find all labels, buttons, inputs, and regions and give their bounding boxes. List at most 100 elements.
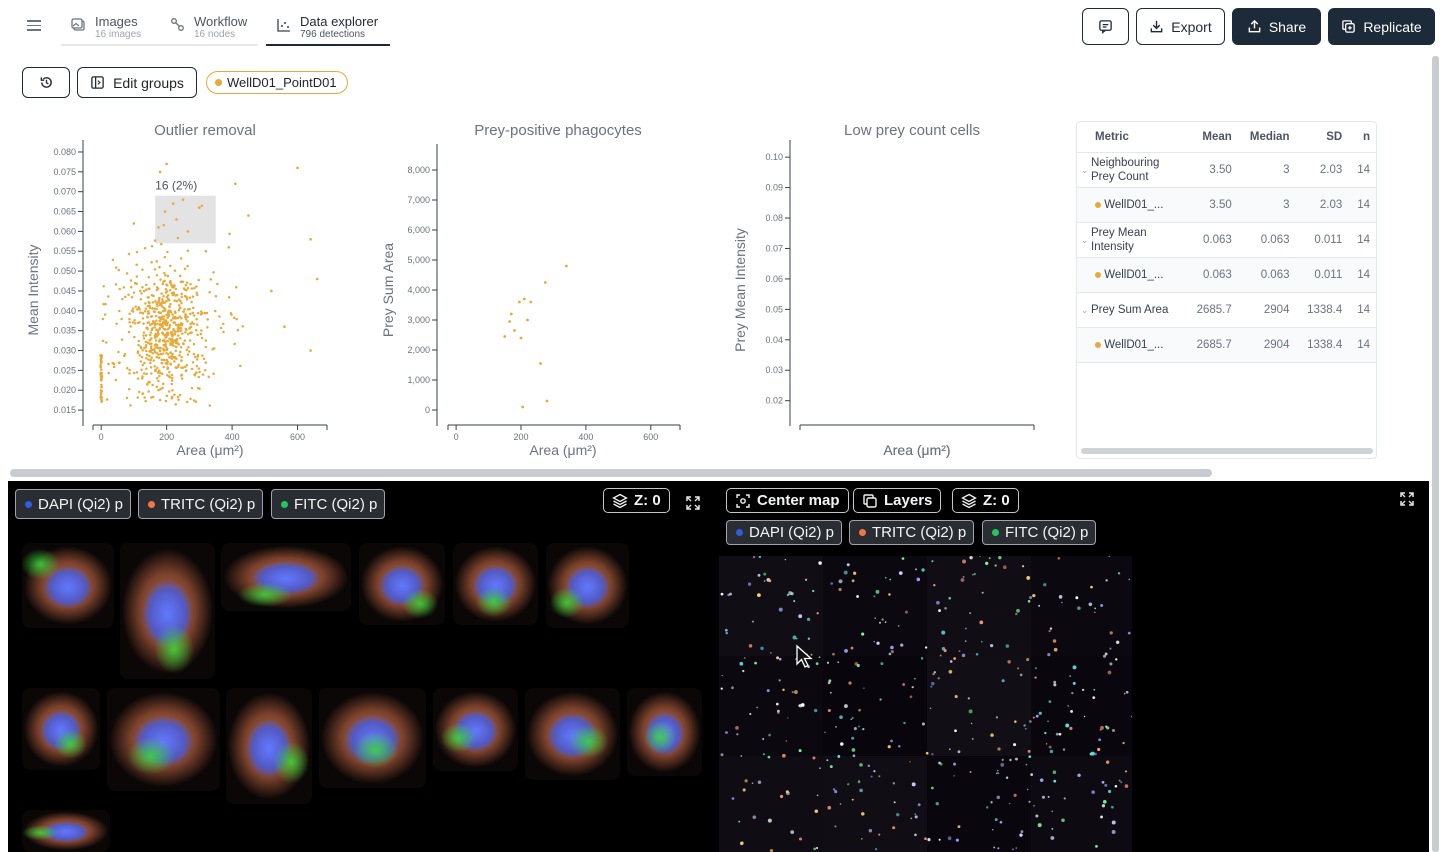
horizontal-scrollbar[interactable] (10, 469, 1212, 477)
map-channel-dapi-toggle[interactable]: DAPI (Qi2) p (726, 520, 843, 545)
cell-thumbnail[interactable] (525, 688, 620, 780)
map-spot (862, 728, 865, 731)
cell-thumbnail[interactable] (226, 688, 312, 804)
map-spot (1067, 704, 1070, 707)
cell-thumbnail[interactable] (22, 543, 114, 628)
cell-thumbnail[interactable] (22, 688, 100, 770)
cell-thumbnail[interactable] (546, 543, 629, 628)
chevron-down-icon[interactable]: ⌄ (1081, 305, 1091, 316)
map-spot (1019, 673, 1023, 677)
col-metric[interactable]: Metric (1077, 122, 1185, 153)
export-button[interactable]: Export (1136, 8, 1225, 45)
col-n[interactable]: n (1348, 122, 1376, 153)
tab-workflow[interactable]: Workflow 16 nodes (160, 8, 258, 46)
cell-thumbnail[interactable] (22, 810, 110, 852)
replicate-button[interactable]: Replicate (1328, 8, 1435, 45)
data-point (166, 353, 170, 356)
center-map-button[interactable]: Center map (726, 488, 849, 513)
dapi-color-dot (736, 529, 743, 536)
data-point (139, 346, 143, 350)
data-point (143, 346, 146, 350)
map-spot (850, 646, 854, 650)
y-tick-label: 0.025 (53, 365, 76, 375)
data-point (158, 303, 162, 307)
map-tile (719, 756, 823, 852)
col-sd[interactable]: SD (1295, 122, 1349, 153)
data-point (234, 286, 238, 289)
map-channel-tritc-toggle[interactable]: TRITC (Qi2) p (849, 520, 975, 545)
map-spot (819, 767, 821, 770)
chevron-down-icon[interactable]: ⌄ (1081, 235, 1091, 246)
edit-groups-button[interactable]: Edit groups (77, 67, 197, 98)
data-point (131, 321, 135, 324)
data-point (162, 223, 165, 227)
data-point (107, 362, 110, 366)
cell-thumbnail[interactable] (453, 543, 538, 625)
map-spot (1109, 631, 1113, 635)
data-point (183, 267, 187, 271)
cell-thumbnail[interactable] (319, 688, 426, 788)
group-mean: 2685.7 (1185, 327, 1238, 363)
expand-map-button[interactable] (1399, 491, 1421, 513)
data-point (185, 298, 189, 301)
data-point (121, 297, 124, 301)
map-spot (1115, 658, 1118, 661)
tab-data-explorer[interactable]: Data explorer 796 detections (266, 8, 390, 46)
z-slice-control-map[interactable]: Z: 0 (952, 488, 1019, 513)
map-spot (763, 580, 766, 582)
data-point (155, 288, 159, 292)
table-horizontal-scrollbar[interactable] (1081, 448, 1373, 454)
expand-gallery-button[interactable] (685, 495, 707, 517)
map-spot (954, 695, 958, 699)
group-mean: 0.063 (1185, 257, 1238, 293)
data-point (135, 263, 138, 267)
channel-dapi-toggle[interactable]: DAPI (Qi2) p (15, 489, 132, 519)
hamburger-menu-icon[interactable] (22, 15, 46, 37)
y-tick-label: 0.10 (765, 152, 783, 162)
tab-images[interactable]: Images 16 images (61, 8, 160, 46)
channel-tritc-toggle[interactable]: TRITC (Qi2) p (138, 489, 264, 519)
map-spot (888, 652, 892, 656)
map-spot (1105, 725, 1108, 728)
cell-thumbnail[interactable] (221, 543, 351, 611)
share-button[interactable]: Share (1232, 8, 1321, 45)
channel-fitc-toggle[interactable]: FITC (Qi2) p (271, 489, 386, 519)
data-point (173, 340, 177, 343)
data-point (165, 394, 169, 398)
y-tick-label: 0.020 (53, 385, 76, 395)
tab-workflow-count: 16 nodes (194, 29, 236, 40)
vertical-scrollbar[interactable] (1432, 56, 1439, 852)
low-prey-scatter-chart[interactable]: 0.02 0.03 0.04 0.05 0.06 0.07 0.08 0.09 0.10 Area… (720, 140, 1060, 465)
col-mean[interactable]: Mean (1185, 122, 1238, 153)
col-median[interactable]: Median (1237, 122, 1296, 153)
layers-button[interactable]: Layers (853, 488, 942, 513)
cell-thumbnail[interactable] (120, 543, 215, 679)
y-tick-label: 0.075 (53, 167, 76, 177)
table-row[interactable]: ⌄Prey Mean Intensity 0.063 0.063 0.011 1… (1077, 222, 1376, 258)
map-spot (784, 558, 787, 561)
table-row[interactable]: ⌄Neighbouring Prey Count 3.50 3 2.03 14 (1077, 152, 1376, 188)
data-point (167, 390, 171, 393)
map-spot (1062, 748, 1066, 751)
data-point (141, 317, 145, 320)
cell-thumbnail[interactable] (107, 688, 220, 791)
prey-positive-scatter-chart[interactable]: 0 1,000 2,000 3,000 4,000 5,000 6,000 7,000 8,00… (360, 140, 720, 465)
map-spot (834, 825, 837, 828)
data-point (99, 363, 102, 367)
cell-thumbnail[interactable] (627, 688, 702, 776)
chevron-down-icon[interactable]: ⌄ (1081, 165, 1091, 176)
cell-thumbnail[interactable] (359, 543, 445, 625)
outlier-scatter-chart[interactable]: 0.015 0.020 0.025 0.030 0.035 0.040 0.045 0.050… (0, 140, 360, 465)
data-point (159, 388, 162, 391)
history-button[interactable] (22, 67, 70, 98)
fluorescence-overview-map[interactable] (719, 556, 1132, 852)
z-slice-control[interactable]: Z: 0 (603, 488, 670, 513)
table-row[interactable]: ⌄ Prey Sum Area 2685.7 2904 1338.4 14 (1077, 292, 1376, 328)
comments-button[interactable] (1082, 8, 1129, 45)
cell-thumbnail[interactable] (433, 688, 518, 771)
map-spot (1015, 757, 1018, 761)
y-tick-label: 1,000 (407, 375, 430, 385)
data-point (152, 294, 155, 298)
group-chip[interactable]: WellD01_PointD01 (206, 71, 348, 94)
map-channel-fitc-toggle[interactable]: FITC (Qi2) p (982, 520, 1097, 545)
